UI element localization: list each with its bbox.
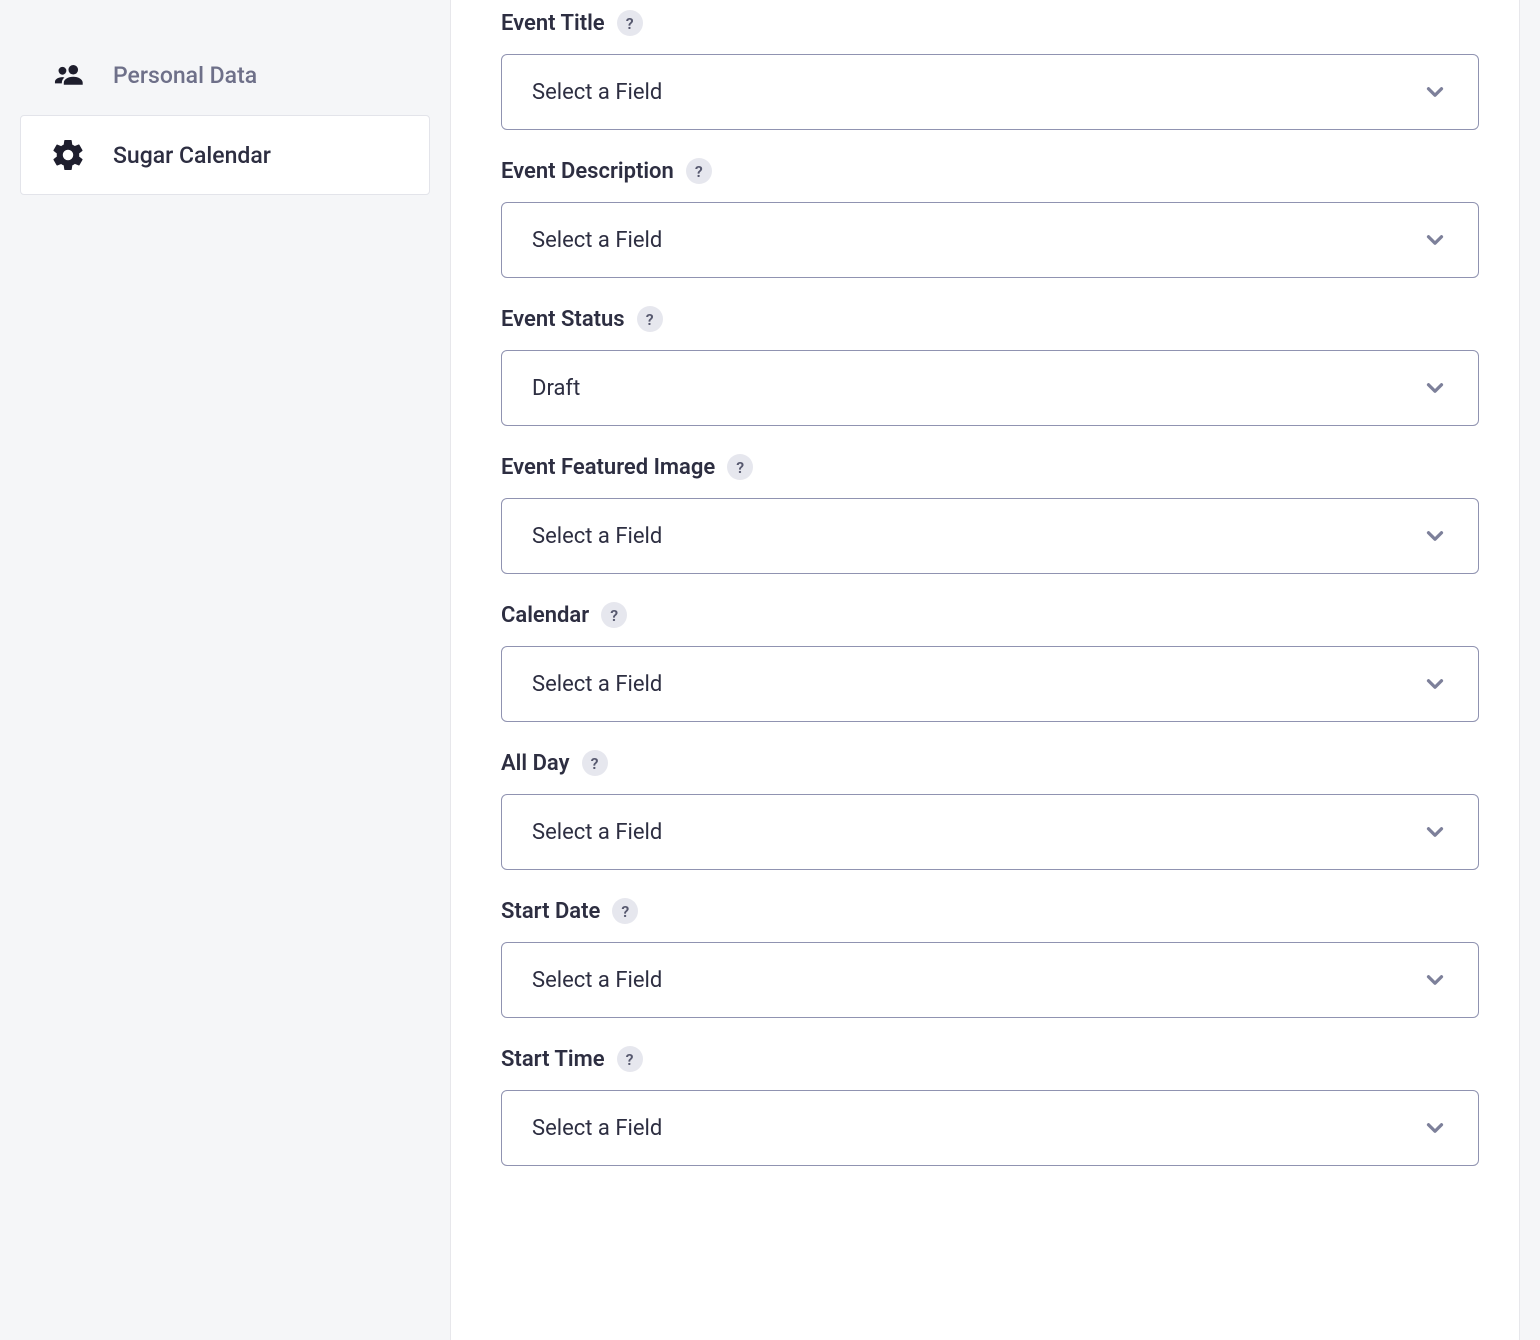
right-gutter [1520, 0, 1540, 1340]
help-icon[interactable]: ? [601, 602, 627, 628]
select-start-time[interactable]: Select a Field [501, 1090, 1479, 1166]
field-label: Start Time [501, 1047, 605, 1072]
chevron-down-icon [1422, 671, 1448, 697]
field-label: Calendar [501, 603, 589, 628]
select-start-date[interactable]: Select a Field [501, 942, 1479, 1018]
field-label: Event Status [501, 307, 625, 332]
select-value: Select a Field [532, 524, 662, 549]
sidebar-item-label: Personal Data [113, 62, 257, 89]
people-icon [49, 56, 87, 94]
field-calendar: Calendar ? Select a Field [501, 602, 1479, 722]
field-label: Event Description [501, 159, 674, 184]
select-all-day[interactable]: Select a Field [501, 794, 1479, 870]
chevron-down-icon [1422, 1115, 1448, 1141]
select-value: Select a Field [532, 80, 662, 105]
select-value: Select a Field [532, 672, 662, 697]
help-icon[interactable]: ? [637, 306, 663, 332]
field-label: All Day [501, 751, 570, 776]
sidebar-item-personal-data[interactable]: Personal Data [20, 35, 430, 115]
gear-icon [49, 136, 87, 174]
field-start-date: Start Date ? Select a Field [501, 898, 1479, 1018]
select-value: Select a Field [532, 1116, 662, 1141]
chevron-down-icon [1422, 79, 1448, 105]
chevron-down-icon [1422, 967, 1448, 993]
main-form: Event Title ? Select a Field Event Descr… [450, 0, 1520, 1340]
field-label: Event Featured Image [501, 455, 715, 480]
help-icon[interactable]: ? [617, 1046, 643, 1072]
chevron-down-icon [1422, 523, 1448, 549]
sidebar-item-sugar-calendar[interactable]: Sugar Calendar [20, 115, 430, 195]
help-icon[interactable]: ? [617, 10, 643, 36]
field-all-day: All Day ? Select a Field [501, 750, 1479, 870]
sidebar-item-label: Sugar Calendar [113, 142, 271, 169]
field-event-featured-image: Event Featured Image ? Select a Field [501, 454, 1479, 574]
select-value: Select a Field [532, 968, 662, 993]
field-event-status: Event Status ? Draft [501, 306, 1479, 426]
select-event-featured-image[interactable]: Select a Field [501, 498, 1479, 574]
help-icon[interactable]: ? [686, 158, 712, 184]
field-label: Start Date [501, 899, 600, 924]
field-event-title: Event Title ? Select a Field [501, 10, 1479, 130]
select-calendar[interactable]: Select a Field [501, 646, 1479, 722]
help-icon[interactable]: ? [612, 898, 638, 924]
field-event-description: Event Description ? Select a Field [501, 158, 1479, 278]
select-event-description[interactable]: Select a Field [501, 202, 1479, 278]
chevron-down-icon [1422, 819, 1448, 845]
sidebar: Personal Data Sugar Calendar [0, 0, 450, 1340]
select-event-title[interactable]: Select a Field [501, 54, 1479, 130]
field-start-time: Start Time ? Select a Field [501, 1046, 1479, 1166]
select-event-status[interactable]: Draft [501, 350, 1479, 426]
chevron-down-icon [1422, 375, 1448, 401]
select-value: Draft [532, 376, 580, 401]
field-label: Event Title [501, 11, 605, 36]
help-icon[interactable]: ? [727, 454, 753, 480]
select-value: Select a Field [532, 228, 662, 253]
select-value: Select a Field [532, 820, 662, 845]
help-icon[interactable]: ? [582, 750, 608, 776]
chevron-down-icon [1422, 227, 1448, 253]
